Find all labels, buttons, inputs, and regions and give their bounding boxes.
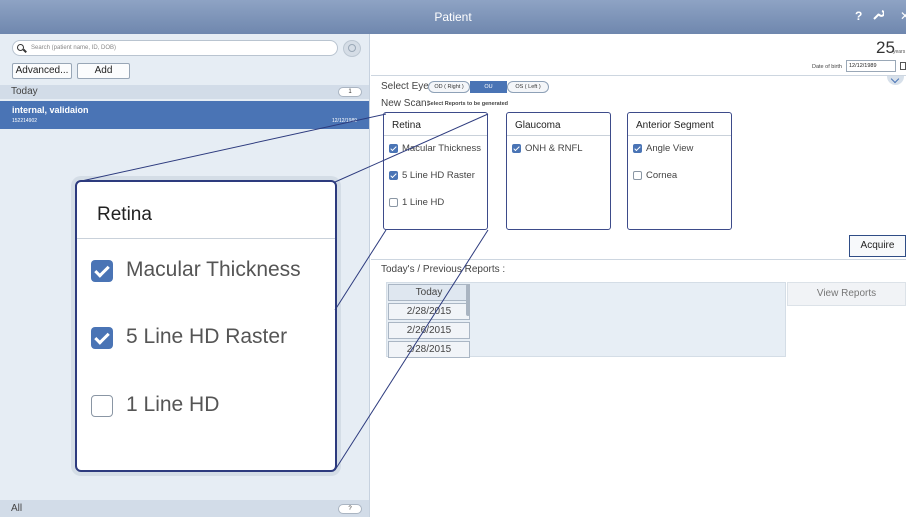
advanced-button[interactable]: Advanced... (12, 63, 72, 79)
checkbox-checked-icon[interactable] (512, 144, 521, 153)
scan-group-title: Retina (392, 120, 421, 131)
age-unit: years (893, 49, 906, 55)
checkbox-unchecked-icon[interactable] (633, 171, 642, 180)
select-eye-label: Select Eye: (381, 81, 432, 92)
all-label: All (11, 503, 23, 514)
patient-age: 25 (876, 38, 895, 57)
chevron-down-icon[interactable] (887, 75, 904, 85)
acquire-button[interactable]: Acquire (849, 235, 906, 257)
title-bar: Patient ? ✕ (0, 0, 906, 34)
report-date-item[interactable]: 2/28/2015 (388, 341, 470, 358)
checkbox-label: Macular Thickness (402, 143, 482, 154)
scan-group-title: Anterior Segment (636, 120, 714, 131)
checkbox-checked-icon[interactable] (91, 327, 113, 349)
new-scan-hint: Select Reports to be generated (427, 101, 508, 107)
all-count-badge: ? (338, 504, 362, 514)
checkbox-label: 1 Line HD (126, 393, 220, 416)
checkbox-label: 1 Line HD (402, 197, 445, 208)
report-date-item[interactable]: 2/26/2015 (388, 322, 470, 339)
checkbox-label: Cornea (646, 170, 678, 181)
wrench-icon[interactable] (873, 9, 885, 23)
scan-group-retina: Retina Macular Thickness 5 Line HD Raste… (383, 112, 488, 230)
zoom-title: Retina (97, 204, 152, 225)
new-scan-label: New Scan: (381, 98, 430, 109)
today-label: Today (11, 86, 38, 97)
scan-group-title: Glaucoma (515, 120, 561, 131)
checkbox-label: 5 Line HD Raster (402, 170, 475, 181)
zoom-callout-retina: Retina Macular Thickness 5 Line HD Raste… (75, 180, 337, 472)
eye-od-button[interactable]: OD ( Right ) (428, 81, 470, 93)
report-date-item[interactable]: 2/28/2015 (388, 303, 470, 320)
patient-dob: 12/12/1989 (332, 118, 358, 124)
today-count-badge: 1 (338, 87, 362, 97)
scan-group-anterior-segment: Anterior Segment Angle View Cornea (627, 112, 732, 230)
dob-field[interactable]: 12/12/1989 (846, 60, 896, 72)
help-icon[interactable]: ? (855, 9, 862, 23)
search-input[interactable]: Search (patient name, ID, DOB) (12, 40, 338, 56)
eye-ou-button[interactable]: OU (470, 81, 507, 93)
scan-group-glaucoma: Glaucoma ONH & RNFL (506, 112, 611, 230)
dob-label: Date of birth (812, 64, 842, 70)
checkbox-label: Macular Thickness (126, 258, 301, 281)
report-date-item[interactable]: Today (388, 284, 470, 301)
view-reports-button[interactable]: View Reports (787, 282, 906, 306)
window-title: Patient (434, 10, 472, 24)
add-button[interactable]: Add (77, 63, 130, 79)
patient-name: internal, validaion (12, 105, 89, 115)
checkbox-label: 5 Line HD Raster (126, 325, 288, 348)
checkbox-checked-icon[interactable] (91, 260, 113, 282)
eye-os-button[interactable]: OS ( Left ) (507, 81, 549, 93)
checkbox-unchecked-icon[interactable] (91, 395, 113, 417)
checkbox-unchecked-icon[interactable] (389, 198, 398, 207)
calendar-icon[interactable] (900, 62, 906, 70)
reports-label: Today's / Previous Reports : (381, 264, 506, 275)
close-icon[interactable]: ✕ (900, 9, 906, 23)
reports-scrollbar[interactable] (466, 284, 470, 316)
search-button[interactable] (343, 40, 361, 57)
today-section-header[interactable] (0, 85, 369, 99)
all-section-header[interactable] (0, 500, 369, 517)
search-icon (17, 44, 24, 51)
checkbox-label: Angle View (646, 143, 694, 154)
checkbox-checked-icon[interactable] (389, 171, 398, 180)
checkbox-checked-icon[interactable] (633, 144, 642, 153)
divider (371, 75, 906, 76)
divider (371, 259, 906, 260)
checkbox-checked-icon[interactable] (389, 144, 398, 153)
patient-id: 152214902 (12, 118, 38, 124)
checkbox-label: ONH & RNFL (525, 143, 583, 154)
patient-row[interactable]: internal, validaion 152214902 12/12/1989 (0, 101, 369, 129)
